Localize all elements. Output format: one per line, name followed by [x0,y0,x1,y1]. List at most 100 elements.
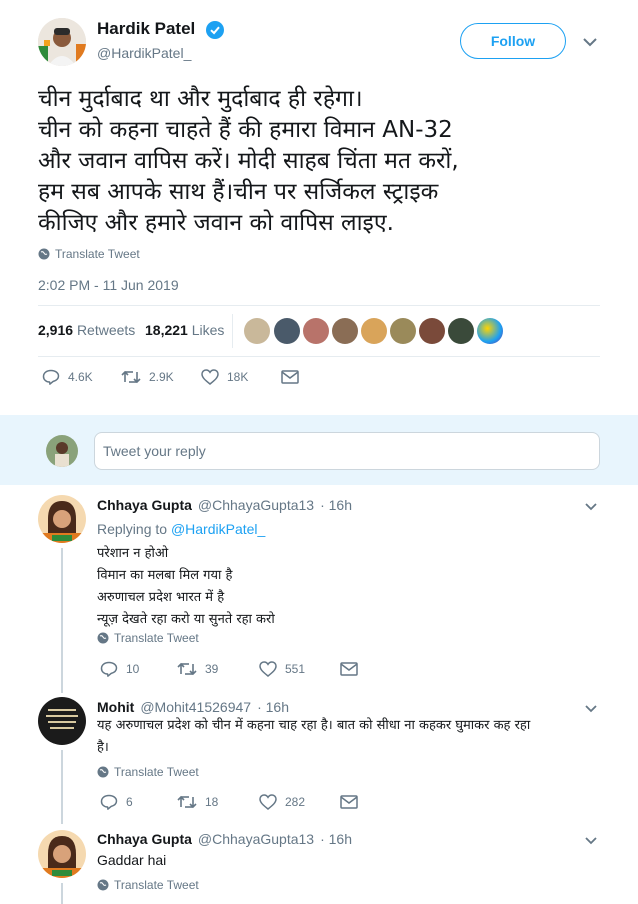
reply-text-line: न्यूज़ देखते रहा करो या सुनते रहा करो [97,612,275,627]
reply-text: परेशान न होओ विमान का मलबा मिल गया है अर… [97,543,275,631]
liker-avatar[interactable] [477,318,503,344]
translate-label: Translate Tweet [114,878,199,892]
verified-badge-icon [206,21,224,39]
tweet-text-line: चीन मुर्दाबाद था और मुर्दाबाद ही रहेगा। [38,86,363,112]
thread-line [61,548,63,693]
liker-avatar[interactable] [332,318,358,344]
tweet-reply-input[interactable]: Tweet your reply [94,432,600,470]
like-count: 551 [285,662,306,676]
reply-avatar[interactable] [38,495,86,543]
reply-author-name[interactable]: Mohit [97,699,134,715]
divider [38,305,600,306]
reply-time[interactable]: · 16h [257,699,289,715]
heart-icon [259,794,277,810]
like-action[interactable]: 282 [259,794,305,810]
translate-tweet-link[interactable]: Translate Tweet [97,878,199,892]
retweets-label: Retweets [76,322,136,338]
liker-avatar[interactable] [303,318,329,344]
reply-count: 10 [126,662,140,676]
chevron-down-icon[interactable] [583,37,597,47]
reply-author-name[interactable]: Chhaya Gupta [97,831,192,847]
globe-icon [97,766,109,778]
author-name[interactable]: Hardik Patel [97,19,195,39]
reply-text-line: विमान का मलबा मिल गया है [97,568,233,583]
reply-header: Chhaya Gupta @ChhayaGupta13 · 16h [97,497,352,513]
reply-time[interactable]: · 16h [320,497,352,513]
current-user-avatar[interactable] [46,435,78,467]
replying-to-handle[interactable]: @HardikPatel_ [171,521,265,537]
retweet-icon [121,369,141,385]
retweet-count: 18 [205,795,219,809]
reply-count: 6 [126,795,133,809]
liker-avatar[interactable] [244,318,270,344]
envelope-icon[interactable] [340,795,358,809]
translate-tweet-link[interactable]: Translate Tweet [97,765,199,779]
translate-label: Translate Tweet [114,631,199,645]
globe-icon [97,879,109,891]
liker-avatar[interactable] [274,318,300,344]
reply-header: Chhaya Gupta @ChhayaGupta13 · 16h [97,831,352,847]
reply-author-handle[interactable]: @Mohit41526947 [140,699,251,715]
reply-author-handle[interactable]: @ChhayaGupta13 [198,497,314,513]
retweet-icon [177,661,197,677]
likes-label: Likes [191,322,225,338]
heart-icon [259,661,277,677]
reply-time[interactable]: · 16h [320,831,352,847]
reply-icon [42,369,60,385]
retweet-action[interactable]: 39 [177,661,218,677]
retweet-count: 2.9K [149,370,174,384]
like-count: 282 [285,795,306,809]
translate-label: Translate Tweet [114,765,199,779]
retweet-action[interactable]: 18 [177,794,218,810]
reply-action[interactable]: 4.6K [42,369,93,385]
like-action[interactable]: 551 [259,661,305,677]
thread-line [61,750,63,824]
chevron-down-icon[interactable] [585,705,597,713]
reply-text-line: यह अरुणाचल प्रदेश को चीन में कहना चाह रह… [97,718,531,733]
tweet-text-line: और जवान वापिस करें। मोदी साहब चिंता मत क… [38,148,459,174]
replying-to-label: Replying to [97,521,168,537]
retweet-action[interactable]: 2.9K [121,369,174,385]
retweets-stat[interactable]: 2,916 Retweets [38,322,135,338]
globe-icon [97,632,109,644]
reply-text-line: परेशान न होओ [97,546,169,561]
liker-avatar[interactable] [419,318,445,344]
translate-tweet-link[interactable]: Translate Tweet [97,631,199,645]
envelope-icon[interactable] [281,370,299,384]
like-action[interactable]: 18K [201,369,248,385]
reply-avatar[interactable] [38,697,86,745]
reply-text-line: Gaddar hai [97,852,167,868]
retweet-icon [177,794,197,810]
reply-author-name[interactable]: Chhaya Gupta [97,497,192,513]
reply-text: यह अरुणाचल प्रदेश को चीन में कहना चाह रह… [97,715,597,759]
retweet-count: 39 [205,662,219,676]
reply-avatar[interactable] [38,830,86,878]
tweet-timestamp[interactable]: 2:02 PM - 11 Jun 2019 [38,277,179,293]
tweet-text: चीन मुर्दाबाद था और मुर्दाबाद ही रहेगा। … [38,84,628,239]
tweet-text-line: कीजिए और हमारे जवान को वापिस लाइए. [38,210,394,236]
follow-button[interactable]: Follow [460,23,566,59]
chevron-down-icon[interactable] [585,837,597,845]
liker-avatar[interactable] [448,318,474,344]
stats-separator [232,314,233,348]
author-handle[interactable]: @HardikPatel_ [97,45,191,61]
reply-count: 4.6K [68,370,93,384]
author-avatar[interactable] [38,18,86,66]
tweet-text-line: चीन को कहना चाहते हैं की हमारा विमान AN-… [38,117,453,143]
translate-label: Translate Tweet [55,247,140,261]
envelope-icon[interactable] [340,662,358,676]
divider [38,356,600,357]
retweets-count: 2,916 [38,322,74,338]
likes-count: 18,221 [145,322,188,338]
reply-author-handle[interactable]: @ChhayaGupta13 [198,831,314,847]
globe-icon [38,248,50,260]
chevron-down-icon[interactable] [585,503,597,511]
reply-action[interactable]: 6 [100,794,133,810]
reply-action[interactable]: 10 [100,661,139,677]
liker-avatar[interactable] [390,318,416,344]
likes-stat[interactable]: 18,221 Likes [145,322,224,338]
translate-tweet-link[interactable]: Translate Tweet [38,247,140,261]
liker-avatar[interactable] [361,318,387,344]
reply-icon [100,794,118,810]
reply-text: Gaddar hai [97,849,166,871]
